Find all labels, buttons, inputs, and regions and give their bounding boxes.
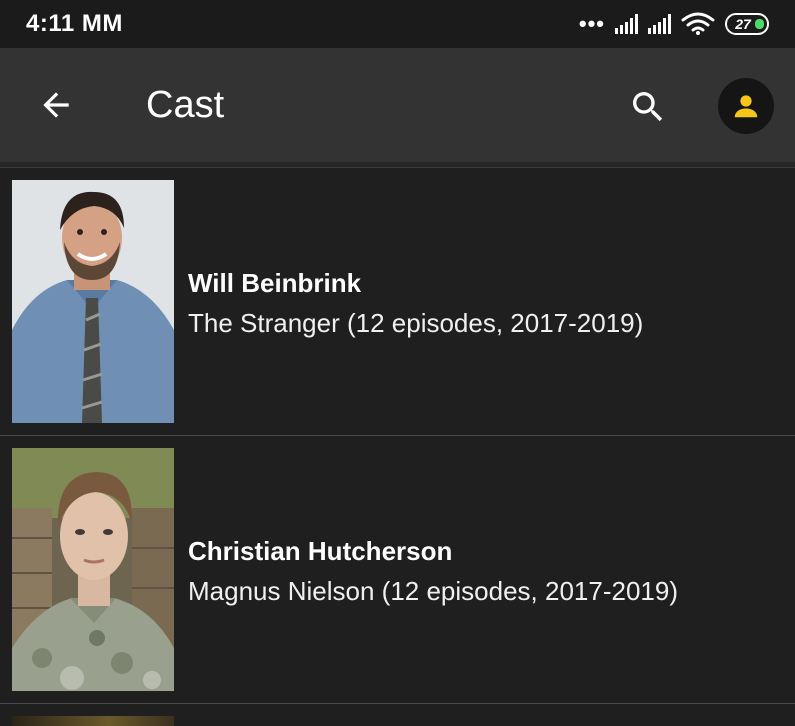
search-icon xyxy=(633,92,663,122)
wifi-icon xyxy=(681,12,715,35)
cast-role: Magnus Nielson (12 episodes, 2017-2019) xyxy=(188,576,678,606)
account-button[interactable] xyxy=(718,78,774,134)
cast-photo xyxy=(12,180,174,423)
signal-2-icon xyxy=(648,14,671,34)
back-button[interactable] xyxy=(30,79,82,131)
page-title: Cast xyxy=(146,84,225,126)
status-time: 4:11 MM xyxy=(26,10,123,37)
status-bar: 4:11 MM ••• 27 xyxy=(0,0,795,48)
notification-dots-icon: ••• xyxy=(578,11,605,36)
battery-level: 27 xyxy=(735,16,751,32)
person-icon xyxy=(734,95,758,118)
cast-list: Will Beinbrink The Stranger (12 episodes… xyxy=(0,168,795,726)
search-button[interactable] xyxy=(622,81,674,133)
cast-list-item[interactable]: Christian Hutcherson Magnus Nielson (12 … xyxy=(0,436,795,704)
cast-photo xyxy=(12,448,174,691)
signal-1-icon xyxy=(615,14,638,34)
cast-list-item-partial[interactable] xyxy=(0,704,795,726)
battery-icon: 27 xyxy=(725,13,769,35)
cast-photo xyxy=(12,716,174,726)
arrow-left-icon xyxy=(43,92,69,118)
cast-list-item[interactable]: Will Beinbrink The Stranger (12 episodes… xyxy=(0,168,795,436)
app-bar: Cast xyxy=(0,48,795,162)
cast-name: Christian Hutcherson xyxy=(188,536,453,566)
status-icons: ••• 27 xyxy=(579,12,769,36)
cast-name: Will Beinbrink xyxy=(188,268,362,298)
cast-role: The Stranger (12 episodes, 2017-2019) xyxy=(188,308,644,338)
